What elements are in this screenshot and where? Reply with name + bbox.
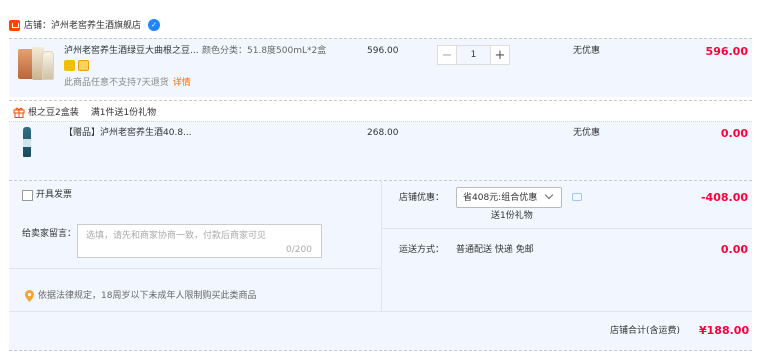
shipping-method: 普通配送 快递 免邮 [456, 245, 534, 255]
guarantee-icon [64, 60, 75, 71]
age-restriction-note: 依据法律规定，18周岁以下未成年人限制购买此类商品 [38, 291, 257, 301]
message-char-count: 0/200 [286, 245, 312, 255]
shipping-label: 运送方式： [399, 245, 445, 255]
discount-amount: -408.00 [700, 191, 748, 204]
discount-select-value[interactable]: 省408元:组合优惠 [463, 192, 537, 204]
item-promo: 无优惠 [573, 128, 601, 138]
details-link[interactable]: 详情 [173, 78, 191, 88]
item-subtotal: 0.00 [720, 127, 748, 140]
item-promo: 无优惠 [573, 46, 601, 56]
location-pin-icon [25, 290, 34, 302]
credit-card-icon [78, 60, 89, 71]
discount-gift-note: 送1份礼物 [491, 211, 533, 221]
product-thumbnail[interactable] [20, 127, 34, 157]
divider [381, 180, 382, 311]
chat-icon[interactable] [572, 193, 582, 201]
shipping-amount: 0.00 [720, 243, 748, 256]
invoice-label[interactable]: 开具发票 [36, 189, 72, 201]
shop-icon [9, 20, 20, 31]
shop-name[interactable]: 店铺：泸州老窖养生酒旗舰店 [24, 20, 141, 32]
quantity-stepper: − 1 + [437, 45, 510, 65]
decrease-button[interactable]: − [437, 45, 457, 65]
item-spec: 颜色分类：51.8度500mL*2盒 [202, 46, 327, 56]
quantity-input[interactable]: 1 [457, 45, 490, 65]
item-title[interactable]: 【赠品】泸州老窖养生酒40.8... [64, 127, 192, 139]
shop-total-label: 店铺合计(含运费) [610, 326, 681, 336]
message-label: 给卖家留言： [22, 229, 77, 239]
return-policy-note: 此商品任意不支持7天退货 详情 [64, 77, 191, 89]
invoice-checkbox[interactable] [22, 190, 33, 201]
product-thumbnail[interactable] [18, 45, 56, 81]
unit-price: 268.00 [367, 128, 399, 138]
increase-button[interactable]: + [490, 45, 510, 65]
message-placeholder: 选填，请先和商家协商一致，付款后商家可见 [86, 231, 267, 241]
divider [381, 228, 752, 229]
return-policy-text: 此商品任意不支持7天退货 [64, 78, 169, 88]
item-subtotal: 596.00 [705, 45, 748, 58]
item-title[interactable]: 泸州老窖养生酒绿豆大曲根之豆... [64, 45, 199, 57]
gift-desc: 满1件送1份礼物 [90, 108, 157, 118]
gift-icon [13, 107, 25, 118]
shop-discount-label: 店铺优惠： [399, 193, 445, 203]
verified-icon: ✓ [148, 19, 160, 31]
divider [9, 268, 381, 269]
unit-price: 596.00 [367, 46, 399, 56]
gift-name: 根之豆2盒装 [28, 108, 79, 118]
gift-info: 根之豆2盒装 满1件送1份礼物 [28, 107, 168, 119]
shop-total-value: ¥188.00 [699, 324, 750, 337]
divider [9, 350, 752, 351]
